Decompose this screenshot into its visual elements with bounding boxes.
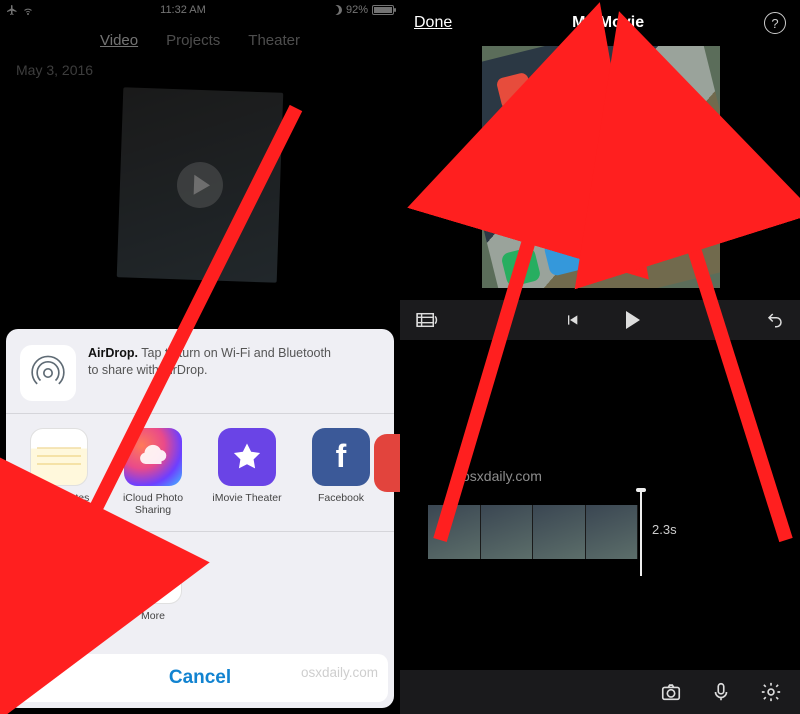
media-browser-button[interactable] [416, 311, 438, 329]
share-icloud-photo-sharing[interactable]: iCloud Photo Sharing [106, 428, 200, 517]
timeline[interactable]: osxdaily.com 2.3s [400, 340, 800, 670]
action-label: Create Movie [28, 610, 90, 634]
imovie-nav-bar: Done My Movie ? [400, 0, 800, 46]
watermark: osxdaily.com [462, 468, 542, 484]
share-add-to-notes[interactable]: Add to Notes [12, 428, 106, 517]
airdrop-icon [20, 345, 76, 401]
notes-icon [30, 428, 88, 486]
done-button[interactable]: Done [414, 14, 452, 32]
play-button[interactable] [626, 311, 640, 329]
share-sheet: AirDrop. Tap to turn on Wi-Fi and Blueto… [6, 329, 394, 708]
video-clip[interactable] [428, 505, 638, 559]
share-label: Add to Notes [29, 492, 90, 516]
action-more[interactable]: ••• More [106, 546, 200, 634]
share-label: Facebook [318, 492, 364, 516]
share-next-app-peek[interactable] [374, 434, 400, 492]
right-screenshot-imovie-editor: Done My Movie ? [400, 0, 800, 714]
airdrop-description: AirDrop. Tap to turn on Wi-Fi and Blueto… [88, 345, 338, 379]
left-screenshot-photos-share: 11:32 AM 92% Video Projects Theater May … [0, 0, 400, 714]
filmstrip-icon [30, 546, 88, 604]
share-row-apps: Add to Notes iCloud Photo Sharing iMovie… [6, 414, 394, 532]
imovie-icon [218, 428, 276, 486]
undo-button[interactable] [766, 311, 784, 329]
help-button[interactable]: ? [764, 12, 786, 34]
settings-button[interactable] [760, 681, 782, 703]
airdrop-row[interactable]: AirDrop. Tap to turn on Wi-Fi and Blueto… [6, 339, 394, 414]
playhead[interactable] [640, 490, 642, 576]
clip-duration-label: 2.3s [652, 522, 677, 537]
rotate-indicator-icon [531, 97, 671, 237]
imovie-bottom-toolbar [400, 670, 800, 714]
share-label: iCloud Photo Sharing [106, 492, 200, 517]
share-label: iMovie Theater [212, 492, 281, 516]
camera-button[interactable] [660, 681, 682, 703]
share-imovie-theater[interactable]: iMovie Theater [200, 428, 294, 517]
share-row-actions: Create Movie ••• More [6, 532, 394, 648]
action-create-movie[interactable]: Create Movie [12, 546, 106, 634]
icloud-photo-icon [124, 428, 182, 486]
video-preview[interactable] [482, 46, 720, 288]
action-label: More [141, 610, 165, 634]
facebook-icon: f [312, 428, 370, 486]
watermark: osxdaily.com [301, 665, 378, 680]
playback-toolbar [400, 300, 800, 340]
more-icon: ••• [124, 546, 182, 604]
project-title: My Movie [572, 14, 644, 32]
microphone-button[interactable] [710, 681, 732, 703]
skip-to-start-button[interactable] [564, 312, 580, 328]
